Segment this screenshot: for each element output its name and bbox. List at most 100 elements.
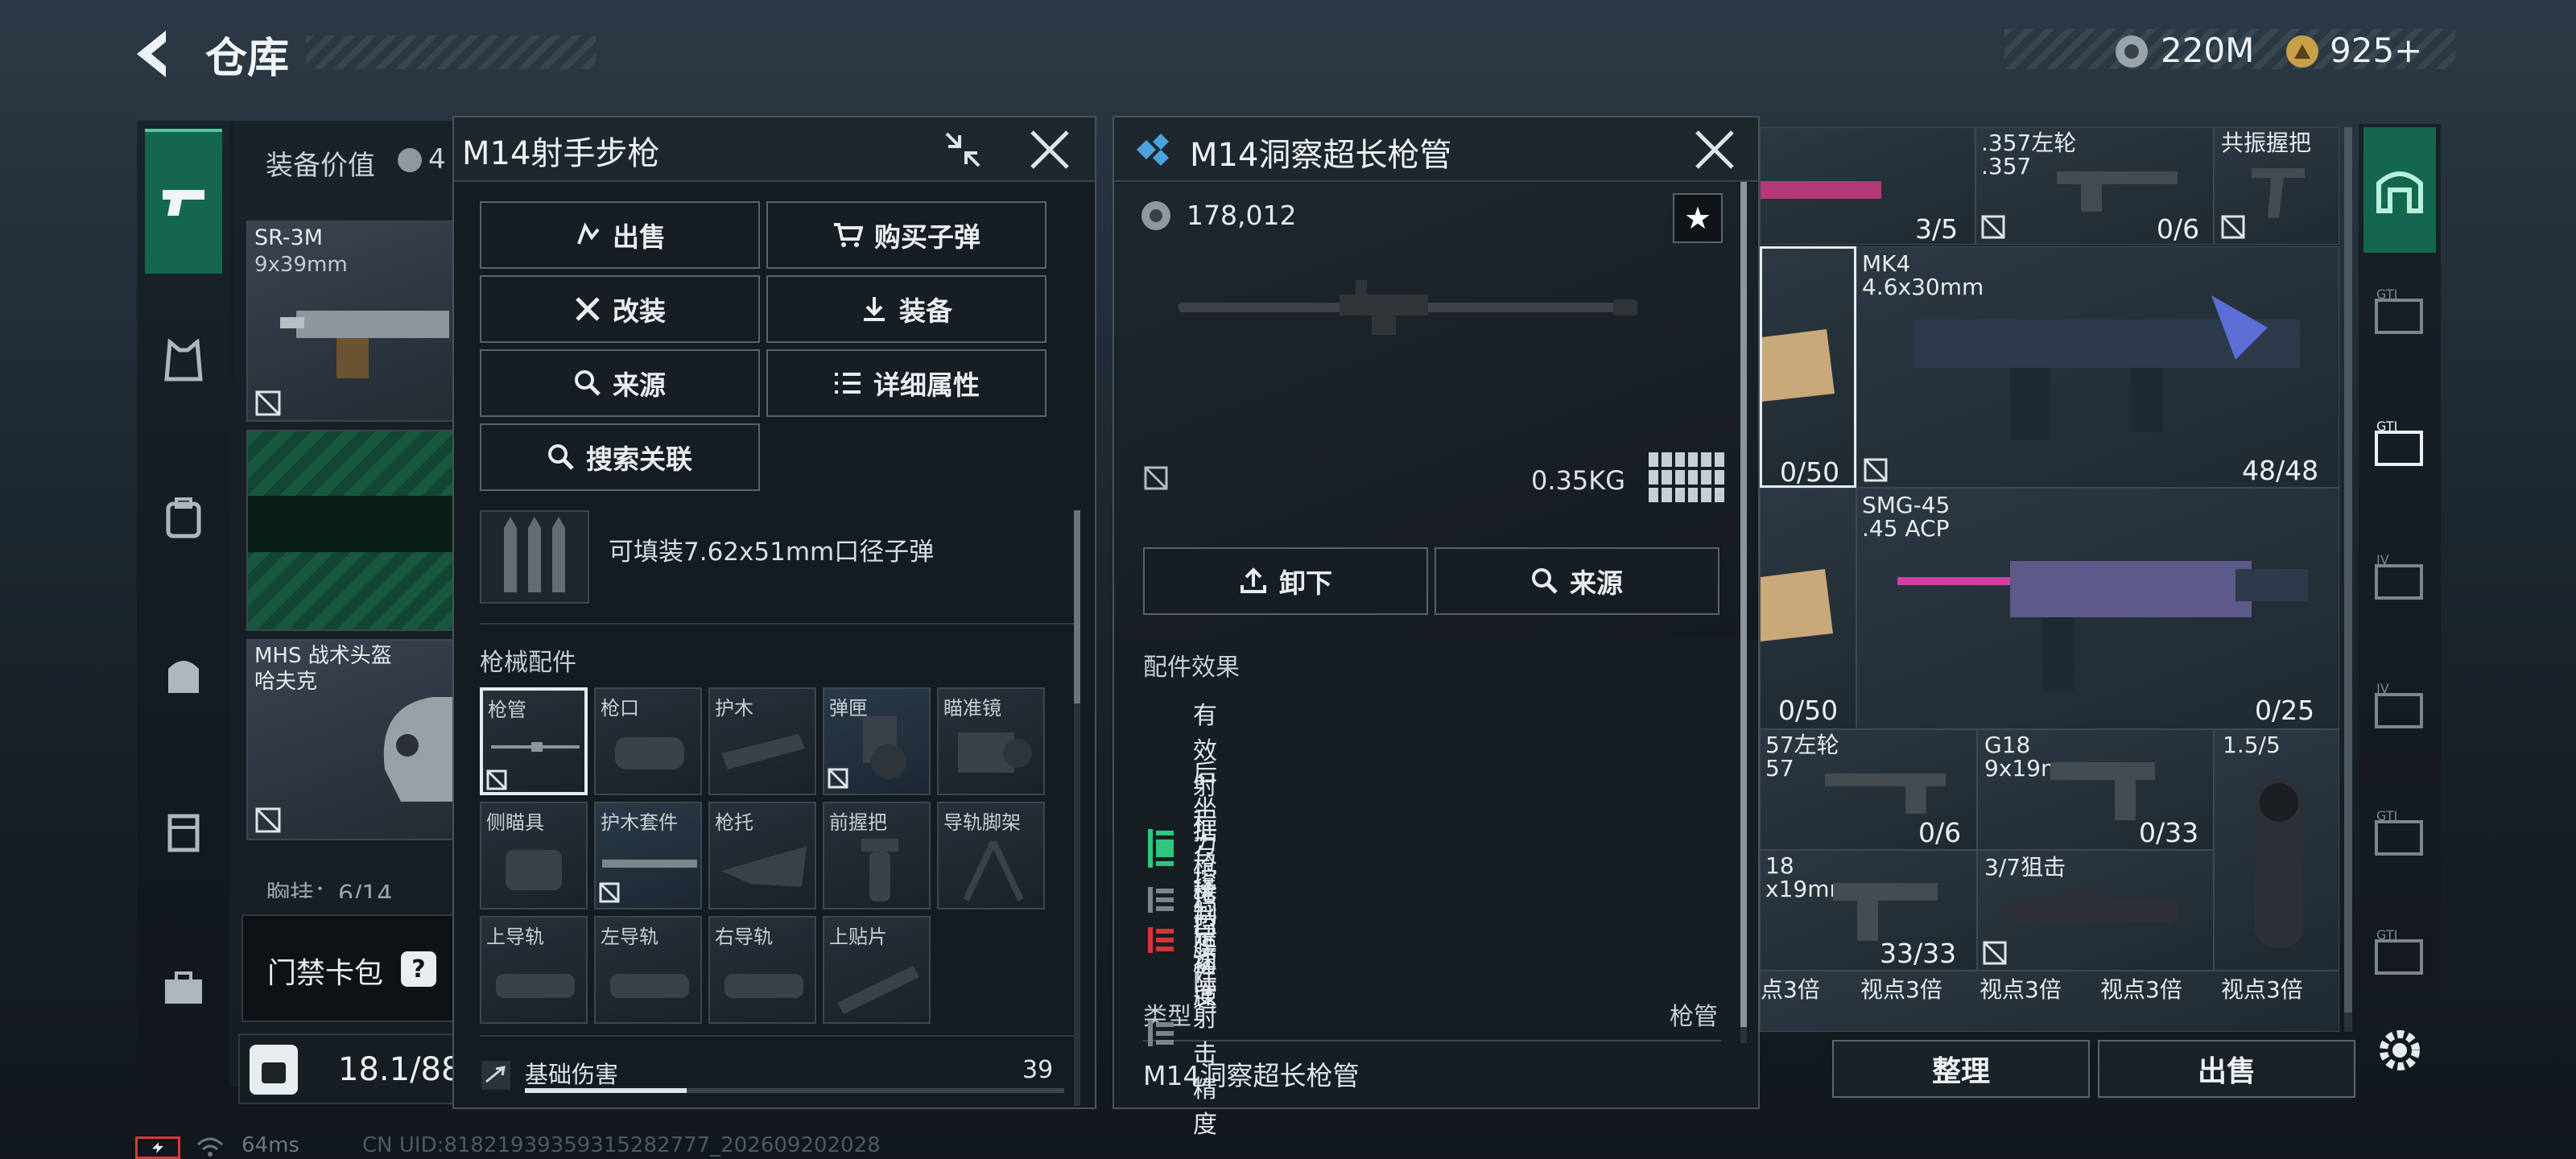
search-related-button[interactable]: 搜索关联	[480, 423, 760, 491]
slot-stock[interactable]: 枪托	[708, 802, 816, 909]
equipment-slot-armor[interactable]	[246, 430, 456, 631]
foregrip-thumb	[861, 839, 898, 901]
tab-armor[interactable]	[145, 322, 222, 399]
no-insurance-icon	[254, 806, 282, 834]
grid-item-mk4[interactable]: MK4 4.6x30mm 48/48	[1856, 246, 2339, 488]
item-label[interactable]: 点3倍	[1761, 978, 1820, 1002]
item-count: 48/48	[2242, 455, 2319, 486]
settings-gear-icon[interactable]	[2372, 1022, 2428, 1079]
tab-misc[interactable]	[145, 950, 222, 1027]
item-label[interactable]: 视点3倍	[1979, 978, 2062, 1002]
equipment-card-helmet[interactable]: MHS 战术头盔 哈夫克	[246, 639, 457, 840]
chest-rig-label: 胸挂：6/14	[266, 881, 393, 898]
helmet-image	[383, 697, 457, 802]
storage-tab-icon: GTI	[2375, 419, 2423, 466]
slot-right-rail[interactable]: 右导轨	[708, 916, 816, 1024]
tab-storage-1[interactable]: GTI	[2363, 266, 2436, 362]
tab-storage-3[interactable]: IV	[2363, 531, 2436, 628]
item-label[interactable]: 视点3倍	[1860, 978, 1942, 1002]
storage-scrollbar[interactable]	[2344, 127, 2352, 1032]
tab-consumables[interactable]	[145, 793, 222, 870]
back-button[interactable]	[129, 26, 185, 82]
stat-value: 39	[1022, 1056, 1054, 1084]
part-source-button[interactable]: 来源	[1435, 547, 1719, 615]
grid-item-revolver-2[interactable]: 57左轮 57 0/6	[1760, 729, 1977, 850]
weapon-popup-scrollbar[interactable]	[1074, 510, 1080, 1106]
buy-ammo-button[interactable]: 购买子弹	[766, 201, 1046, 269]
tab-storage-4[interactable]: IV	[2363, 660, 2436, 757]
tab-backpack[interactable]	[145, 636, 222, 713]
no-insurance-icon	[599, 882, 620, 903]
tab-helmet[interactable]	[145, 479, 222, 556]
item-label[interactable]: 视点3倍	[2221, 978, 2303, 1002]
uid-text: CN UID:8182193935931528277​7_20260920202…	[362, 1133, 881, 1157]
slot-side-sight[interactable]: 侧瞄具	[480, 802, 588, 909]
grid-item-revolver[interactable]: .357左轮 .357 0/6	[1975, 127, 2214, 245]
scope-thumb	[958, 732, 1032, 773]
details-button[interactable]: 详细属性	[766, 349, 1046, 417]
slot-bipod[interactable]: 导轨脚架	[937, 802, 1045, 909]
grid-size-icon	[1649, 452, 1724, 502]
effect-row: 腰际射击精度	[1146, 927, 1217, 1140]
price-coin-icon	[1141, 201, 1170, 230]
modify-button[interactable]: 改装	[480, 275, 760, 343]
help-icon[interactable]: ?	[401, 951, 436, 987]
slot-scope[interactable]: 瞄准镜	[937, 687, 1045, 795]
source-button[interactable]: 来源	[480, 349, 760, 417]
attachments-section-title: 枪械配件	[480, 649, 576, 677]
grid-item-weapon[interactable]: 3/5	[1760, 127, 1975, 245]
grid-item-g18[interactable]: G18 9x19mm 0/33	[1977, 729, 2214, 850]
keycard-pack[interactable]: 门禁卡包 ?	[242, 914, 454, 1022]
sell-all-button[interactable]: 出售	[2098, 1040, 2355, 1098]
item-label: 共振握把	[2221, 130, 2312, 156]
slot-handguard[interactable]: 护木	[708, 687, 816, 795]
list-icon	[835, 373, 861, 394]
collapse-icon[interactable]	[940, 127, 985, 172]
grid-item-sniper-scope[interactable]: 3/7狙击	[1977, 850, 2214, 971]
revolver-thumb	[2057, 171, 2178, 212]
close-icon[interactable]	[1027, 127, 1072, 172]
slot-foregrip[interactable]: 前握把	[823, 802, 931, 909]
grid-item-stock[interactable]: 0/50	[1760, 488, 1856, 729]
favorite-star-icon[interactable]: ★	[1673, 193, 1723, 243]
part-popup-scrollbar[interactable]	[1740, 182, 1747, 1043]
backpack-icon	[166, 497, 201, 538]
tab-storage-6[interactable]: GTI	[2363, 916, 2436, 993]
tab-all-storage[interactable]	[2363, 127, 2436, 253]
tab-weapons[interactable]	[145, 129, 222, 274]
tab-storage-2[interactable]: GTI	[2363, 398, 2436, 494]
equipment-card-weapon[interactable]: SR-3M 9x39mm	[246, 221, 454, 422]
equip-button[interactable]: 装备	[766, 275, 1046, 343]
cart-icon	[834, 223, 863, 247]
effect-label: 腰际射击精度	[1193, 934, 1217, 1139]
sell-label: 出售	[613, 221, 666, 253]
slot-magazine[interactable]: 弹匣	[823, 687, 931, 795]
details-label: 详细属性	[873, 369, 980, 401]
grid-item-grip[interactable]: 共振握把	[2214, 127, 2339, 245]
item-count: 0/33	[2139, 817, 2199, 848]
grid-item-smg45[interactable]: SMG-45 .45 ACP 0/25	[1856, 488, 2339, 729]
battery-icon	[135, 1136, 180, 1159]
weapon-thumb	[1761, 181, 1881, 199]
slot-top-patch[interactable]: 上贴片	[823, 916, 931, 1024]
grid-item-stock-selected[interactable]: 0/50	[1760, 246, 1856, 488]
grid-item-g18-2[interactable]: 18 x19mm 33/33	[1760, 850, 1977, 971]
slot-label: 上贴片	[829, 926, 887, 948]
bullets-icon	[504, 517, 565, 592]
slot-muzzle[interactable]: 枪口	[594, 687, 702, 795]
slot-barrel[interactable]: 枪管	[480, 687, 588, 795]
slot-left-rail[interactable]: 左导轨	[594, 916, 702, 1024]
item-label[interactable]: 视点3倍	[2100, 978, 2182, 1002]
slot-top-rail[interactable]: 上导轨	[480, 916, 588, 1024]
close-icon[interactable]	[1692, 127, 1737, 172]
unload-button[interactable]: 卸下	[1143, 547, 1428, 615]
card-title: MHS 战术头盔	[254, 644, 392, 668]
sell-button[interactable]: 出售	[480, 201, 760, 269]
item-label: 3/7狙击	[1984, 854, 2066, 881]
weapon-popup-header: M14射手步枪	[454, 118, 1095, 182]
grid-item-scope[interactable]: 1.5/5	[2214, 729, 2339, 971]
part-source-label: 来源	[1570, 567, 1623, 599]
tab-storage-5[interactable]: GTI	[2363, 787, 2436, 884]
slot-handguard-kit[interactable]: 护木套件	[594, 802, 702, 909]
sort-button[interactable]: 整理	[1832, 1040, 2090, 1098]
